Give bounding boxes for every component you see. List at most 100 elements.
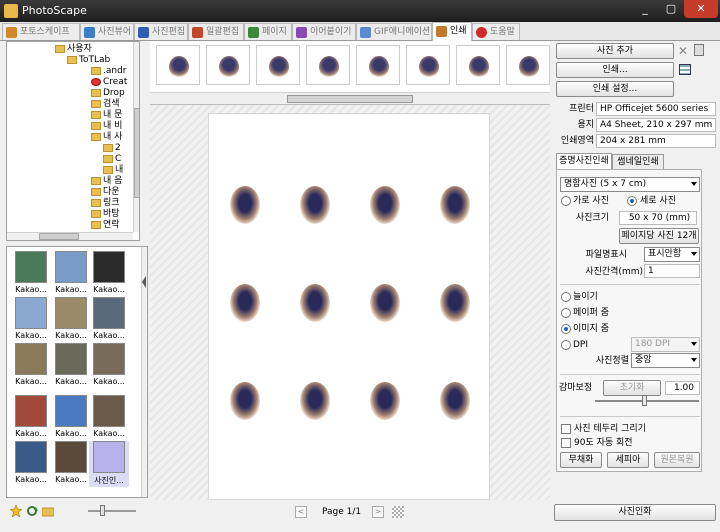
tree-item[interactable]: 내 문 (91, 110, 122, 121)
thumbnail[interactable]: Kakao... (51, 343, 91, 389)
gamma-slider-track[interactable] (595, 400, 699, 402)
tree-item[interactable]: .andr (91, 66, 127, 77)
page-photo[interactable] (355, 180, 415, 235)
panel-collapse-arrow-icon[interactable] (141, 270, 147, 294)
zoom-slider-thumb[interactable] (100, 505, 105, 516)
tree-item[interactable]: Creat (91, 77, 127, 88)
rotate-icon[interactable] (26, 505, 38, 517)
close-button[interactable]: ✕ (684, 0, 718, 18)
print-photo-button[interactable]: 사진인화 (554, 504, 716, 521)
next-page-button[interactable]: > (372, 506, 384, 518)
thumbnail[interactable]: Kakao... (89, 251, 129, 297)
strip-thumbnail[interactable] (356, 45, 400, 85)
thumbnail[interactable]: Kakao... (11, 395, 51, 441)
photo-gap-input[interactable]: 1 (644, 264, 700, 278)
checker-icon[interactable] (392, 506, 404, 518)
tree-item[interactable]: 바탕 (91, 209, 120, 220)
filename-display-select[interactable]: 표시안함 (644, 247, 700, 262)
tab-editor[interactable]: 사진편집 (134, 23, 188, 40)
tab-thumbnail-print[interactable]: 썸네일인쇄 (612, 154, 664, 169)
remove-icon[interactable]: ✕ (678, 45, 690, 57)
minimize-button[interactable]: _ (632, 0, 658, 18)
thumbnail[interactable]: Kakao... (51, 251, 91, 297)
paper-zoom-radio[interactable] (561, 308, 571, 318)
tree-item[interactable]: 검색 (91, 99, 120, 110)
zoom-slider-track[interactable] (88, 510, 136, 512)
thumbnail[interactable]: Kakao... (11, 251, 51, 297)
image-zoom-radio[interactable] (561, 324, 571, 334)
strip-thumbnail[interactable] (206, 45, 250, 85)
strip-scroll-thumb[interactable] (287, 95, 413, 103)
tree-hscroll-thumb[interactable] (39, 233, 79, 240)
print-button[interactable]: 인쇄... (556, 62, 674, 78)
thumbnail-selected[interactable]: 사진인... (89, 441, 129, 487)
tab-home[interactable]: 포토스케이프 (2, 23, 80, 40)
page-photo[interactable] (425, 180, 485, 235)
tree-item[interactable]: 연락 (91, 220, 120, 231)
restore-original-button[interactable]: 원본복원 (654, 452, 700, 468)
thumbnail[interactable]: Kakao... (11, 297, 51, 343)
stretch-radio[interactable] (561, 292, 571, 302)
strip-thumbnail[interactable] (306, 45, 350, 85)
tree-scroll-thumb[interactable] (134, 108, 139, 198)
folder-open-icon[interactable] (42, 505, 54, 517)
tree-item[interactable]: C (103, 154, 121, 165)
tree-item[interactable]: Drop (91, 88, 125, 99)
tab-print[interactable]: 인쇄 (432, 22, 472, 41)
page-photo[interactable] (215, 278, 275, 333)
selected-photo-strip[interactable] (150, 41, 550, 93)
maximize-button[interactable]: ▢ (658, 0, 684, 18)
page-photo[interactable] (425, 376, 485, 431)
photo-align-select[interactable]: 중앙 (631, 353, 700, 368)
tree-item[interactable]: 링크 (91, 198, 120, 209)
page-photo[interactable] (285, 376, 345, 431)
tree-item[interactable]: 내 음 (91, 176, 122, 187)
tab-viewer[interactable]: 사진뷰어 (80, 23, 134, 40)
auto-rotate-checkbox[interactable] (561, 438, 571, 448)
tree-item[interactable]: 2 (103, 143, 121, 154)
page-photo[interactable] (355, 278, 415, 333)
page-photo[interactable] (355, 376, 415, 431)
tree-item[interactable]: 내 사 (91, 132, 122, 143)
thumbnail[interactable]: Kakao... (11, 441, 51, 487)
page-photo[interactable] (215, 180, 275, 235)
tab-batch[interactable]: 일괄편집 (188, 23, 244, 40)
gamma-value-field[interactable]: 1.00 (665, 381, 700, 395)
add-photo-button[interactable]: 사진 추가 (556, 43, 674, 59)
thumbnail-list[interactable]: Kakao... Kakao... Kakao... Kakao... Kaka… (6, 246, 148, 498)
tree-item[interactable]: 내 비 (91, 121, 122, 132)
tab-page[interactable]: 페이지 (244, 23, 292, 40)
strip-thumbnail[interactable] (256, 45, 300, 85)
page-photo[interactable] (425, 278, 485, 333)
list-icon[interactable] (679, 64, 691, 75)
page-photo[interactable] (215, 376, 275, 431)
thumbnail[interactable]: Kakao... (11, 343, 51, 389)
trash-icon[interactable] (694, 44, 704, 56)
tree-item[interactable]: 내 (103, 165, 123, 176)
thumbnail[interactable]: Kakao... (51, 297, 91, 343)
print-settings-button[interactable]: 인쇄 설정... (556, 81, 674, 97)
page-photo[interactable] (285, 278, 345, 333)
per-page-button[interactable]: 페이지당 사진 12개 (619, 228, 699, 244)
sepia-button[interactable]: 세피아 (607, 452, 649, 468)
strip-thumbnail[interactable] (456, 45, 500, 85)
grayscale-button[interactable]: 무채화 (560, 452, 602, 468)
tree-item[interactable]: 사용자 (55, 44, 92, 55)
strip-thumbnail[interactable] (406, 45, 450, 85)
dpi-select[interactable]: 180 DPI (631, 337, 700, 352)
tab-id-photo[interactable]: 증명사진인쇄 (556, 153, 612, 170)
landscape-radio[interactable] (561, 196, 571, 206)
tab-help[interactable]: 도움말 (472, 23, 520, 40)
thumbnail[interactable]: Kakao... (51, 441, 91, 487)
strip-thumbnail[interactable] (156, 45, 200, 85)
page-photo[interactable] (285, 180, 345, 235)
tab-combine[interactable]: 이어붙이기 (292, 23, 356, 40)
thumbnail[interactable]: Kakao... (89, 297, 129, 343)
gamma-reset-button[interactable]: 초기화 (603, 380, 661, 396)
thumbnail[interactable]: Kakao... (51, 395, 91, 441)
gamma-slider-thumb[interactable] (642, 395, 647, 406)
star-icon[interactable] (10, 505, 22, 517)
dpi-radio[interactable] (561, 340, 571, 350)
draw-border-checkbox[interactable] (561, 424, 571, 434)
portrait-radio[interactable] (627, 196, 637, 206)
